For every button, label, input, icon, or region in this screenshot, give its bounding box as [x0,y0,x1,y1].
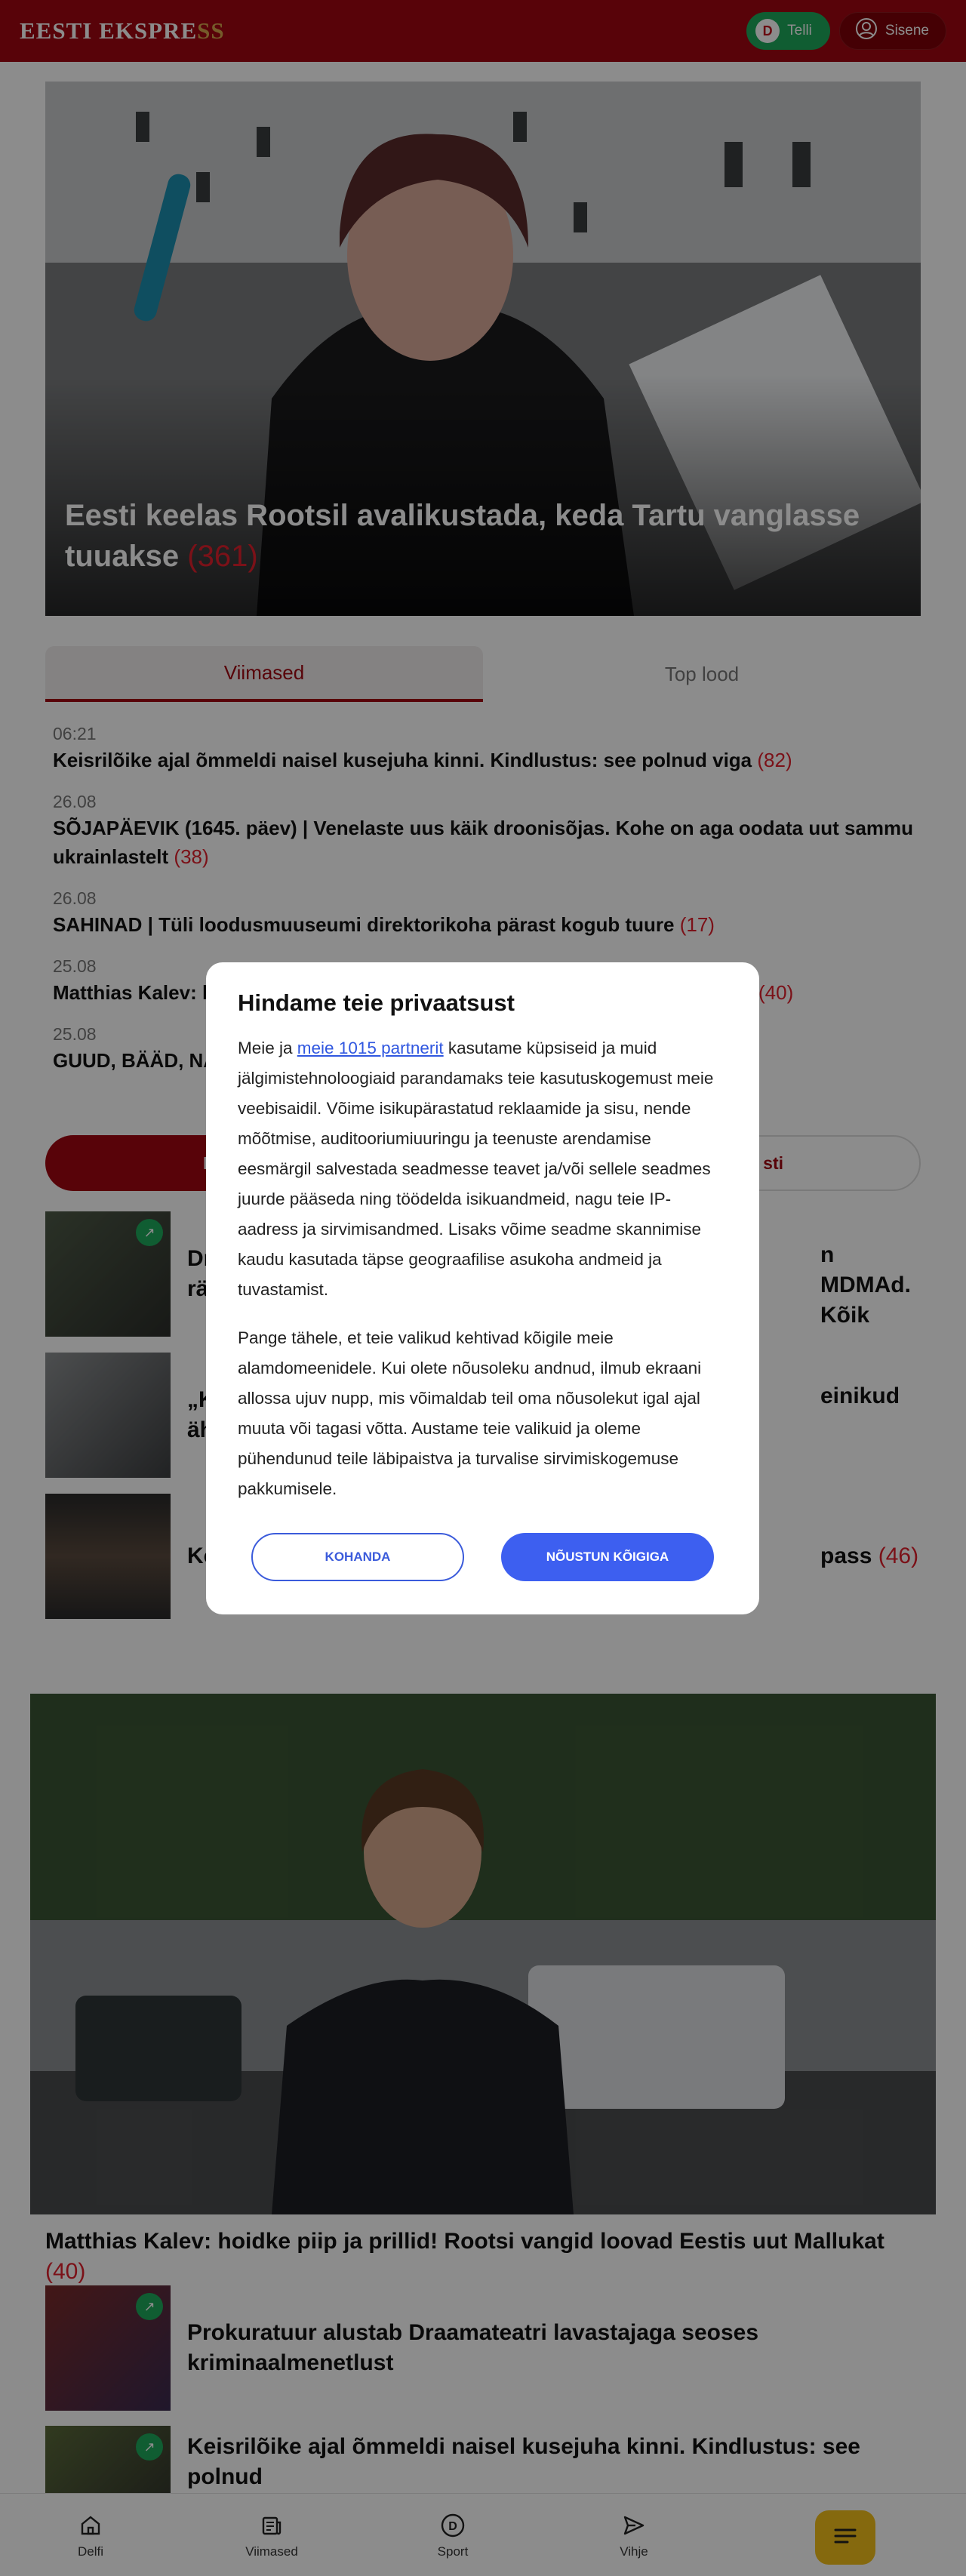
consent-text-1: Meie ja meie 1015 partnerit kasutame küp… [238,1039,714,1299]
customize-button[interactable]: KOHANDA [251,1533,464,1581]
partners-link[interactable]: meie 1015 partnerit [297,1039,444,1057]
accept-all-button[interactable]: NÕUSTUN KÕIGIGA [501,1533,714,1581]
consent-text-2: Pange tähele, et teie valikud kehtivad k… [238,1328,702,1498]
consent-dialog: Hindame teie privaatsust Meie ja meie 10… [206,962,759,1614]
consent-title: Hindame teie privaatsust [238,989,515,1016]
consent-buttons: KOHANDA NÕUSTUN KÕIGIGA [251,1533,714,1581]
